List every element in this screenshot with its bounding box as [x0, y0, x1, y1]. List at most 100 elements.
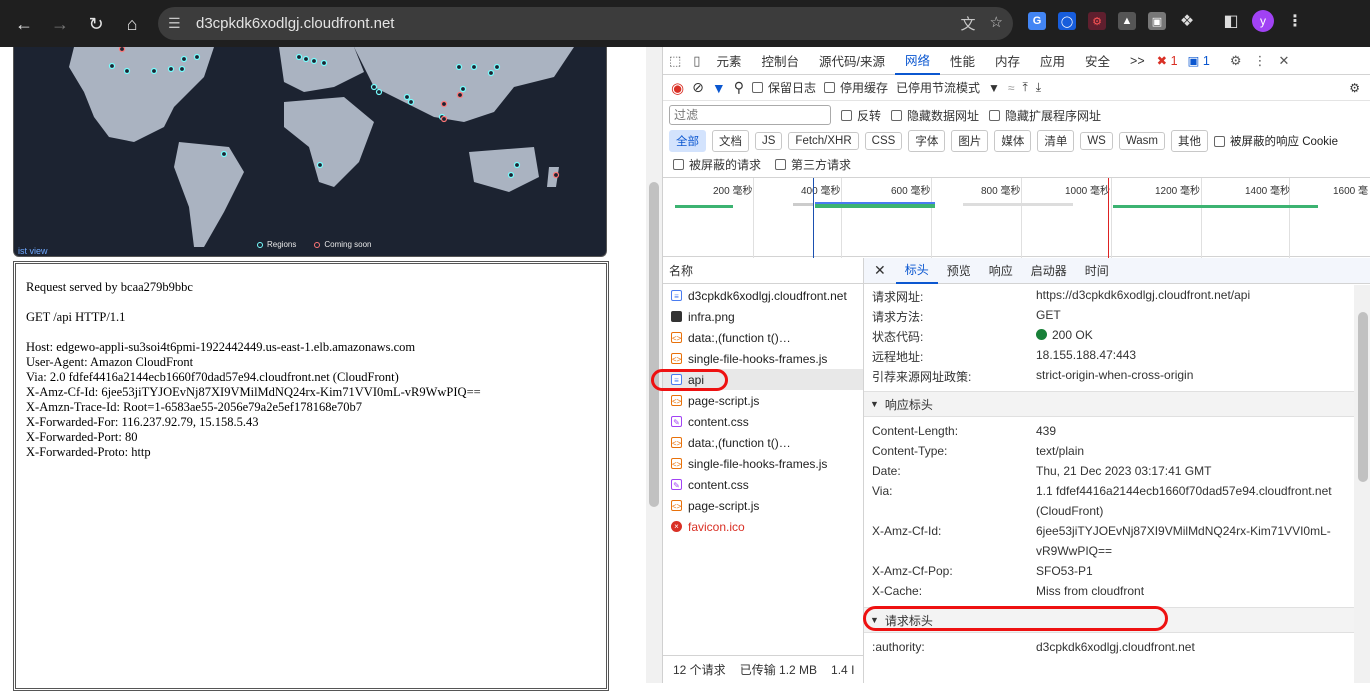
invert-checkbox[interactable]: 反转	[841, 107, 881, 124]
tab-elements[interactable]: 元素	[706, 47, 751, 75]
hide-extension-urls-box[interactable]	[989, 109, 1001, 121]
header-value[interactable]: 1.1 fdfef4416a2144ecb1660f70dad57e94.clo…	[1036, 481, 1336, 521]
devtools-menu-icon[interactable]: ⋮	[1247, 53, 1272, 69]
type-filter-img[interactable]: 图片	[951, 130, 989, 152]
disable-cache-checkbox[interactable]: 停用缓存	[823, 79, 888, 96]
record-icon[interactable]: ◉	[671, 79, 684, 97]
blocked-cookies-checkbox[interactable]: 被屏蔽的响应 Cookie	[1214, 133, 1338, 149]
type-filter-all[interactable]: 全部	[669, 130, 706, 152]
tab-console[interactable]: 控制台	[751, 47, 809, 75]
header-value[interactable]: 200 OK	[1052, 328, 1093, 342]
filter-icon[interactable]: ▼	[712, 80, 726, 96]
header-value[interactable]: Miss from cloudfront	[1036, 581, 1336, 601]
request-row[interactable]: ≡ api	[663, 369, 863, 390]
header-value[interactable]: Thu, 21 Dec 2023 03:17:41 GMT	[1036, 461, 1336, 481]
tab-sources[interactable]: 源代码/来源	[809, 47, 895, 75]
name-column-header[interactable]: 名称	[663, 258, 863, 284]
header-value[interactable]: strict-origin-when-cross-origin	[1036, 365, 1336, 385]
request-row[interactable]: × favicon.ico	[663, 516, 863, 537]
export-har-icon[interactable]: ⤓	[1036, 80, 1041, 95]
address-bar[interactable]: ☰ d3cpkdk6xodlgj.cloudfront.net 文 ☆	[158, 7, 1013, 40]
type-filter-wasm[interactable]: Wasm	[1118, 132, 1166, 150]
header-value[interactable]: 18.155.188.47:443	[1036, 345, 1336, 365]
hide-data-urls-checkbox[interactable]: 隐藏数据网址	[891, 107, 979, 124]
tab-network[interactable]: 网络	[894, 47, 940, 75]
filter-input[interactable]	[669, 105, 831, 125]
request-row[interactable]: ✎ content.css	[663, 411, 863, 432]
detail-scrollbar-thumb[interactable]	[1358, 312, 1368, 482]
translate-ext-icon[interactable]: G	[1028, 12, 1046, 30]
close-devtools-icon[interactable]: ✕	[1272, 53, 1295, 69]
translate-icon[interactable]: 文	[961, 13, 976, 34]
invert-box[interactable]	[841, 109, 852, 121]
disable-cache-box[interactable]	[823, 82, 835, 93]
clear-icon[interactable]: ⊘	[692, 79, 704, 96]
network-settings-icon[interactable]: ⚙	[1349, 81, 1360, 95]
blocked-requests-box[interactable]	[673, 158, 684, 170]
extensions-puzzle-icon[interactable]: ❖	[1178, 12, 1196, 30]
bitwarden-icon[interactable]: ◯	[1058, 12, 1076, 30]
tab-application[interactable]: 应用	[1030, 47, 1075, 75]
close-detail-icon[interactable]: ✕	[864, 262, 896, 279]
list-view-link[interactable]: ist view	[18, 246, 48, 256]
avatar[interactable]: y	[1252, 10, 1274, 32]
header-value[interactable]: https://d3cpkdk6xodlgj.cloudfront.net/ap…	[1036, 285, 1336, 305]
request-row[interactable]: <> single-file-hooks-frames.js	[663, 348, 863, 369]
search-icon[interactable]: ⚲	[734, 79, 744, 96]
type-filter-media[interactable]: 媒体	[994, 130, 1032, 152]
response-headers-section[interactable]: ▼ 响应标头	[864, 391, 1354, 417]
tab-initiator[interactable]: 启动器	[1022, 258, 1076, 284]
more-tabs-button[interactable]: >>	[1120, 47, 1155, 75]
header-value[interactable]: text/plain	[1036, 441, 1336, 461]
request-row[interactable]: <> page-script.js	[663, 390, 863, 411]
side-panel-icon[interactable]: ◧	[1222, 12, 1240, 30]
devtools-ext-icon[interactable]: ⚙	[1088, 12, 1106, 30]
third-party-checkbox[interactable]: 第三方请求	[775, 156, 851, 173]
menu-kebab-icon[interactable]: ⋮	[1286, 12, 1304, 30]
header-value[interactable]: d3cpkdk6xodlgj.cloudfront.net	[1036, 637, 1336, 657]
singlefile-icon[interactable]: ▣	[1148, 12, 1166, 30]
url-text[interactable]: d3cpkdk6xodlgj.cloudfront.net	[196, 15, 394, 32]
tab-headers[interactable]: 标头	[895, 258, 938, 284]
request-row[interactable]: ✎ content.css	[663, 474, 863, 495]
tab-timing[interactable]: 时间	[1076, 258, 1118, 284]
tab-response[interactable]: 响应	[980, 258, 1022, 284]
forward-icon[interactable]: →	[42, 6, 78, 42]
inspect-icon[interactable]: ⬚	[663, 53, 687, 69]
home-icon[interactable]: ⌂	[114, 6, 150, 42]
back-icon[interactable]: ←	[6, 6, 42, 42]
type-filter-other[interactable]: 其他	[1171, 130, 1209, 152]
network-conditions-icon[interactable]: ≈	[1008, 81, 1015, 95]
hide-extension-urls-checkbox[interactable]: 隐藏扩展程序网址	[989, 107, 1101, 124]
header-value[interactable]: 439	[1036, 421, 1336, 441]
preserve-log-checkbox[interactable]: 保留日志	[751, 79, 816, 96]
page-scrollbar-thumb[interactable]	[649, 182, 659, 507]
type-filter-fetch[interactable]: Fetch/XHR	[788, 132, 859, 150]
type-filter-manifest[interactable]: 清单	[1037, 130, 1075, 152]
header-value[interactable]: 6jee53jiTYJOEvNj87XI9VMilMdNQ24rx-Kim71V…	[1036, 521, 1336, 561]
preserve-log-box[interactable]	[751, 82, 763, 93]
header-value[interactable]: SFO53-P1	[1036, 561, 1336, 581]
throttle-select[interactable]: 已停用节流模式	[896, 79, 980, 96]
request-row[interactable]: <> data:,(function t()…	[663, 327, 863, 348]
request-row[interactable]: <> data:,(function t()…	[663, 432, 863, 453]
extension-icon[interactable]: ▲	[1118, 12, 1136, 30]
tab-performance[interactable]: 性能	[940, 47, 985, 75]
type-filter-js[interactable]: JS	[755, 132, 783, 150]
request-row[interactable]: ≡ d3cpkdk6xodlgj.cloudfront.net	[663, 285, 863, 306]
request-row[interactable]: <> single-file-hooks-frames.js	[663, 453, 863, 474]
settings-gear-icon[interactable]: ⚙	[1224, 53, 1248, 69]
tab-memory[interactable]: 内存	[985, 47, 1030, 75]
message-count[interactable]: ▣ 1	[1188, 53, 1210, 68]
tab-preview[interactable]: 预览	[938, 258, 980, 284]
tab-security[interactable]: 安全	[1075, 47, 1120, 75]
blocked-cookies-box[interactable]	[1214, 135, 1226, 147]
request-row[interactable]: <> page-script.js	[663, 495, 863, 516]
type-filter-doc[interactable]: 文档	[712, 130, 749, 152]
type-filter-css[interactable]: CSS	[864, 132, 903, 150]
request-headers-section[interactable]: ▼ 请求标头	[864, 607, 1354, 633]
type-filter-font[interactable]: 字体	[908, 130, 946, 152]
bookmark-star-icon[interactable]: ☆	[990, 13, 1003, 34]
import-har-icon[interactable]: ⤒	[1022, 80, 1027, 95]
detail-scrollbar[interactable]	[1354, 285, 1370, 683]
